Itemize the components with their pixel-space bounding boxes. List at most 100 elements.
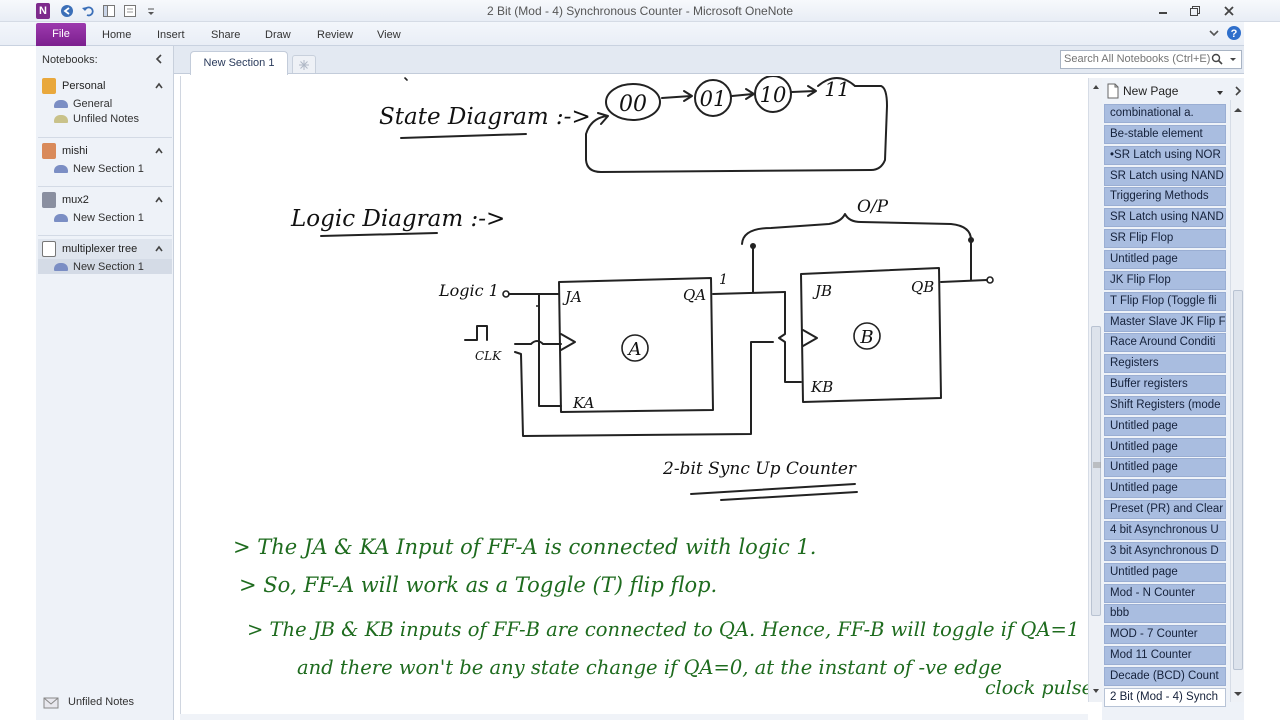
logic1-label: Logic 1: [438, 281, 499, 300]
section-name: General: [73, 97, 113, 110]
new-section-tab[interactable]: [292, 55, 316, 73]
jb-label: JB: [812, 282, 832, 300]
clock-triangle-b: [802, 329, 818, 347]
page-tab[interactable]: MOD - 7 Counter: [1104, 625, 1226, 645]
page-tab[interactable]: JK Flip Flop: [1104, 270, 1226, 290]
search-box[interactable]: [1060, 50, 1242, 69]
notebook-personal-header[interactable]: Personal: [38, 76, 172, 96]
ffb-label: B: [859, 327, 873, 348]
page-tab[interactable]: SR Flip Flop: [1104, 229, 1226, 249]
handwritten-ink: State Diagram :-> 00 01 10 11 Logic Diag…: [233, 75, 1099, 699]
new-page-button[interactable]: New Page: [1102, 80, 1244, 102]
logic-diagram-heading: Logic Diagram :->: [290, 206, 505, 232]
page-tab[interactable]: SR Latch using NAND: [1104, 208, 1226, 228]
page-tab[interactable]: Untitled page: [1104, 416, 1226, 436]
page-tab[interactable]: 3 bit Asynchronous D: [1104, 541, 1226, 561]
page-scroll-down-icon[interactable]: [1233, 688, 1243, 701]
collapse-page-tabs-icon[interactable]: [1234, 85, 1242, 100]
minimize-icon[interactable]: [1148, 2, 1178, 20]
tab-file[interactable]: File: [36, 23, 86, 46]
open-notebook-icon: [42, 241, 56, 257]
new-page-icon: [1107, 83, 1119, 99]
section-name: Unfiled Notes: [73, 112, 140, 125]
page-tab[interactable]: bbb: [1104, 604, 1226, 624]
caption-underline-2: [720, 491, 858, 501]
chevron-up-icon[interactable]: [154, 195, 164, 208]
new-page-dropdown-icon[interactable]: [1216, 86, 1224, 100]
scroll-up-icon[interactable]: [1091, 82, 1101, 92]
page-tab[interactable]: Master Slave JK Flip Fl: [1104, 312, 1226, 332]
restore-icon[interactable]: [1180, 2, 1210, 20]
ja-label: JA: [562, 288, 582, 306]
unfiled-notes-link[interactable]: Unfiled Notes: [42, 694, 134, 710]
page-tab[interactable]: Mod 11 Counter: [1104, 646, 1226, 666]
chevron-up-icon[interactable]: [154, 244, 164, 257]
page-tab[interactable]: SR Latch using NAND: [1104, 166, 1226, 186]
help-icon[interactable]: ?: [1226, 25, 1242, 44]
clock-pulse-symbol: [464, 325, 488, 341]
page-tab[interactable]: Untitled page: [1104, 249, 1226, 269]
page-tab[interactable]: T Flip Flop (Toggle fli: [1104, 291, 1226, 311]
notebook-icon: [42, 78, 56, 94]
search-icon[interactable]: [1211, 53, 1223, 71]
page-tab[interactable]: 4 bit Asynchronous U: [1104, 521, 1226, 540]
note-line-5: clock pulse.: [985, 677, 1089, 699]
page-tab[interactable]: Mod - N Counter: [1104, 583, 1226, 603]
tab-view[interactable]: View: [371, 25, 407, 45]
section-icon: [54, 99, 68, 108]
section-general[interactable]: General: [38, 96, 172, 111]
page-tab[interactable]: Decade (BCD) Count: [1104, 666, 1226, 686]
page-tab[interactable]: Untitled page: [1104, 479, 1226, 499]
page-list-scrollbar[interactable]: [1230, 100, 1244, 702]
page-tab[interactable]: Untitled page: [1104, 458, 1226, 478]
page-tab[interactable]: Preset (PR) and Clear: [1104, 500, 1226, 520]
section-new-section-1-selected[interactable]: New Section 1: [38, 259, 172, 274]
counter-caption: 2-bit Sync Up Counter: [662, 459, 857, 479]
state-01-label: 01: [700, 87, 727, 111]
notebook-mux2-header[interactable]: mux2: [38, 190, 172, 210]
page-tab[interactable]: Triggering Methods: [1104, 187, 1226, 207]
notebook-mishi-header[interactable]: mishi: [38, 141, 172, 161]
section-name: New Section 1: [73, 260, 144, 273]
qb-output-wire: [940, 279, 988, 283]
search-input[interactable]: [1064, 53, 1214, 65]
section-new-section-1[interactable]: New Section 1: [38, 210, 172, 225]
page-list-scrollbar-thumb[interactable]: [1233, 290, 1243, 670]
tab-draw[interactable]: Draw: [259, 25, 297, 45]
qa-label: QA: [683, 286, 706, 304]
section-unfiled-notes[interactable]: Unfiled Notes: [38, 111, 172, 126]
page-tab[interactable]: Race Around Conditi: [1104, 333, 1226, 353]
tab-insert[interactable]: Insert: [151, 25, 191, 45]
ffa-label: A: [627, 339, 642, 360]
page-tab[interactable]: Be-stable element: [1104, 124, 1226, 144]
section-new-section-1[interactable]: New Section 1: [38, 161, 172, 176]
state-10-label: 10: [760, 83, 787, 107]
tab-share[interactable]: Share: [205, 25, 246, 45]
canvas-scrollbar-thumb[interactable]: [1091, 326, 1101, 616]
note-canvas[interactable]: State Diagram :-> 00 01 10 11 Logic Diag…: [180, 75, 1099, 718]
chevron-up-icon[interactable]: [154, 146, 164, 159]
search-scope-dropdown-icon[interactable]: [1229, 53, 1237, 71]
page-tab[interactable]: Shift Registers (mode: [1104, 395, 1226, 415]
page-tab[interactable]: combinational a.: [1104, 104, 1226, 123]
page-tab[interactable]: Registers: [1104, 354, 1226, 374]
page-tab[interactable]: •SR Latch using NOR: [1104, 145, 1226, 165]
clock-triangle-a: [560, 333, 576, 351]
page-tab[interactable]: Buffer registers: [1104, 375, 1226, 395]
scroll-grip-icon: [1092, 460, 1102, 470]
canvas-scrollbar[interactable]: [1088, 78, 1102, 702]
page-tab[interactable]: Untitled page: [1104, 562, 1226, 582]
tab-review[interactable]: Review: [311, 25, 359, 45]
page-tab[interactable]: Untitled page: [1104, 437, 1226, 457]
collapse-pane-icon[interactable]: [154, 53, 164, 68]
close-icon[interactable]: [1214, 2, 1244, 20]
page-tab-active[interactable]: 2 Bit (Mod - 4) Synch: [1104, 687, 1226, 707]
chevron-up-icon[interactable]: [154, 81, 164, 94]
tab-new-section-1[interactable]: New Section 1: [190, 51, 288, 75]
ribbon-collapse-icon[interactable]: [1208, 27, 1220, 42]
scroll-down-icon[interactable]: [1091, 686, 1101, 696]
tab-home[interactable]: Home: [96, 25, 137, 45]
page-scroll-up-icon[interactable]: [1233, 104, 1243, 117]
notebook-multiplexer-tree-header[interactable]: multiplexer tree: [38, 239, 172, 259]
notebook-icon: [42, 192, 56, 208]
